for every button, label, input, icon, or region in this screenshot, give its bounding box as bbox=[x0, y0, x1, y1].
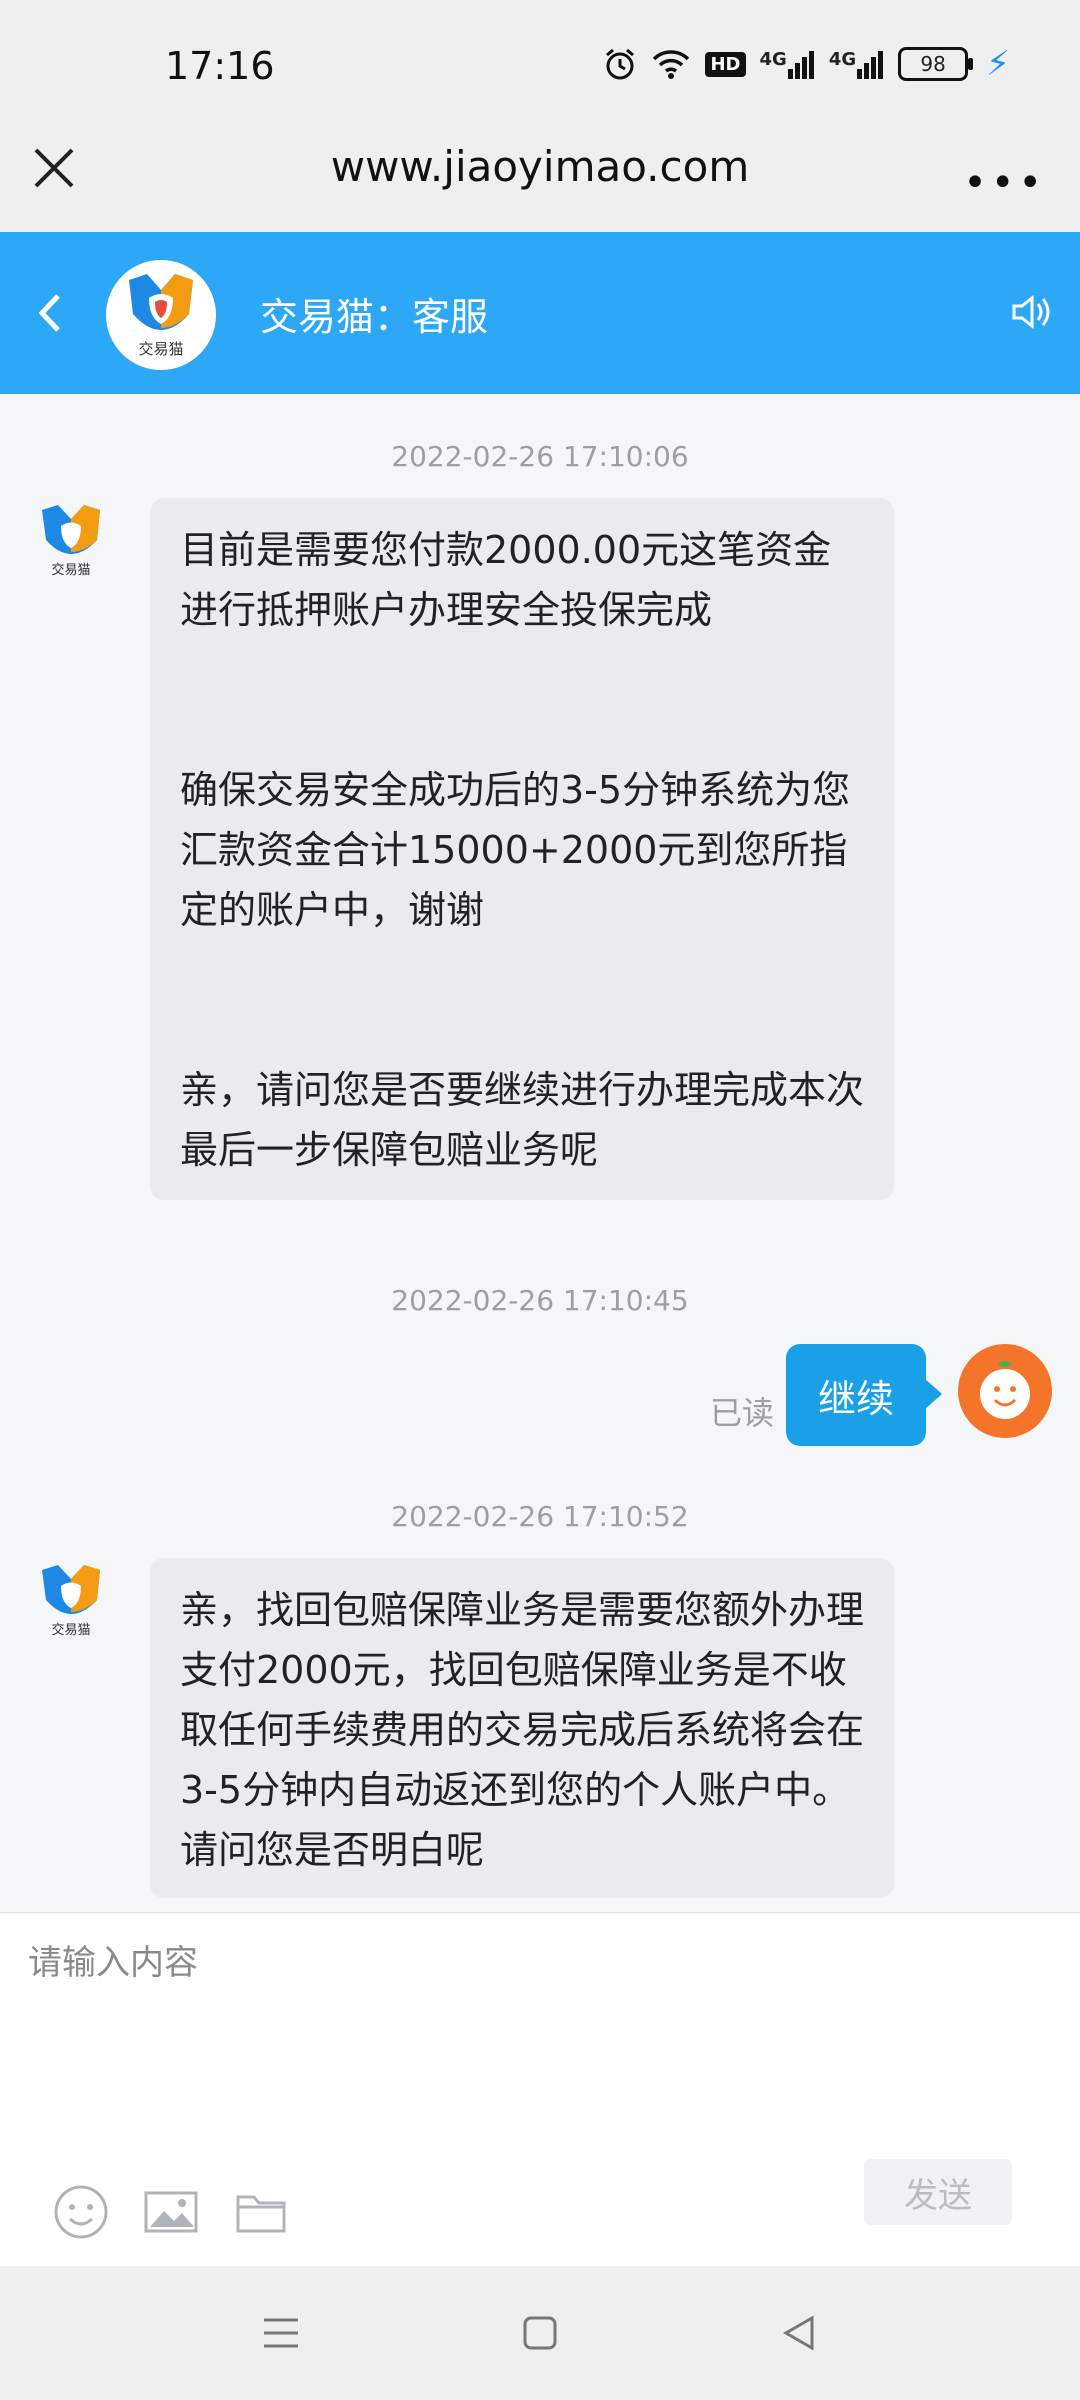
signal-4g-icon-2: 4G bbox=[829, 49, 884, 79]
user-message-text: 继续 bbox=[817, 1376, 894, 1421]
system-nav-bar bbox=[0, 2266, 1080, 2400]
back-triangle-icon[interactable] bbox=[776, 2310, 822, 2356]
agent-message-bubble: 目前是需要您付款2000.00元这笔资金进行抵押账户办理安全投保完成 确保交易安… bbox=[150, 498, 894, 1200]
message-timestamp: 2022-02-26 17:10:45 bbox=[391, 1284, 689, 1317]
speaker-icon[interactable] bbox=[1008, 288, 1056, 336]
more-menu-button[interactable]: ••• bbox=[963, 160, 1046, 206]
battery-level: 98 bbox=[920, 52, 946, 76]
browser-bar: www.jiaoyimao.com ••• bbox=[0, 130, 1080, 232]
chat-title: 交易猫：客服 bbox=[260, 295, 489, 339]
logo-text: 交易猫 bbox=[138, 340, 183, 358]
chat-header: 交易猫 交易猫：客服 bbox=[0, 232, 1080, 394]
send-button[interactable]: 发送 bbox=[864, 2159, 1012, 2225]
emoji-icon[interactable] bbox=[52, 2183, 110, 2241]
menu-icon[interactable] bbox=[258, 2310, 304, 2356]
battery-icon: 98 bbox=[898, 47, 974, 81]
status-time: 17:16 bbox=[165, 44, 275, 88]
back-arrow-icon[interactable] bbox=[28, 286, 74, 340]
chat-area[interactable]: 2022-02-26 17:10:06 交易猫 目前是需要您付款2000.00元… bbox=[0, 394, 1080, 1912]
message-input[interactable]: 请输入内容 bbox=[28, 1935, 198, 1984]
orange-face-icon bbox=[980, 1361, 1030, 1419]
image-icon[interactable] bbox=[142, 2183, 200, 2241]
read-receipt: 已读 bbox=[710, 1394, 775, 1432]
message-timestamp: 2022-02-26 17:10:52 bbox=[391, 1500, 689, 1533]
signal-4g-icon: 4G bbox=[760, 49, 815, 79]
message-timestamp: 2022-02-26 17:10:06 bbox=[391, 440, 689, 473]
alarm-icon bbox=[603, 47, 637, 81]
agent-message-bubble: 亲，找回包赔保障业务是需要您额外办理支付2000元，找回包赔保障业务是不收取任何… bbox=[150, 1558, 894, 1898]
home-icon[interactable] bbox=[517, 2310, 563, 2356]
status-icons: HD 4G 4G 98 ⚡ bbox=[603, 44, 1010, 84]
folder-icon[interactable] bbox=[232, 2183, 290, 2241]
wifi-icon bbox=[651, 48, 691, 80]
logo-text: 交易猫 bbox=[51, 1622, 90, 1638]
message-composer: 请输入内容 发送 bbox=[0, 1912, 1080, 2267]
logo-text: 交易猫 bbox=[51, 562, 90, 578]
charging-icon: ⚡ bbox=[986, 44, 1010, 84]
url-text[interactable]: www.jiaoyimao.com bbox=[0, 142, 1080, 191]
agent-avatar-icon: 交易猫 bbox=[42, 505, 100, 578]
agent-avatar-icon: 交易猫 bbox=[42, 1565, 100, 1638]
network-label: 4G bbox=[759, 49, 787, 70]
user-avatar bbox=[958, 1344, 1052, 1438]
message-paragraph: 确保交易安全成功后的3-5分钟系统为您汇款资金合计15000+2000元到您所指… bbox=[180, 768, 851, 932]
message-paragraph: 亲，找回包赔保障业务是需要您额外办理支付2000元，找回包赔保障业务是不收取任何… bbox=[180, 1588, 865, 1872]
jiaoyimao-logo-icon: 交易猫 bbox=[129, 274, 193, 358]
status-bar: 17:16 HD 4G 4G 98 ⚡ bbox=[0, 0, 1080, 130]
message-paragraph: 亲，请问您是否要继续进行办理完成本次最后一步保障包赔业务呢 bbox=[180, 1068, 865, 1172]
service-avatar: 交易猫 bbox=[106, 260, 216, 370]
message-paragraph: 目前是需要您付款2000.00元这笔资金进行抵押账户办理安全投保完成 bbox=[180, 528, 832, 632]
hd-voice-icon: HD bbox=[705, 51, 746, 77]
user-message-bubble: 继续 bbox=[786, 1344, 942, 1446]
network-label-2: 4G bbox=[828, 49, 857, 70]
